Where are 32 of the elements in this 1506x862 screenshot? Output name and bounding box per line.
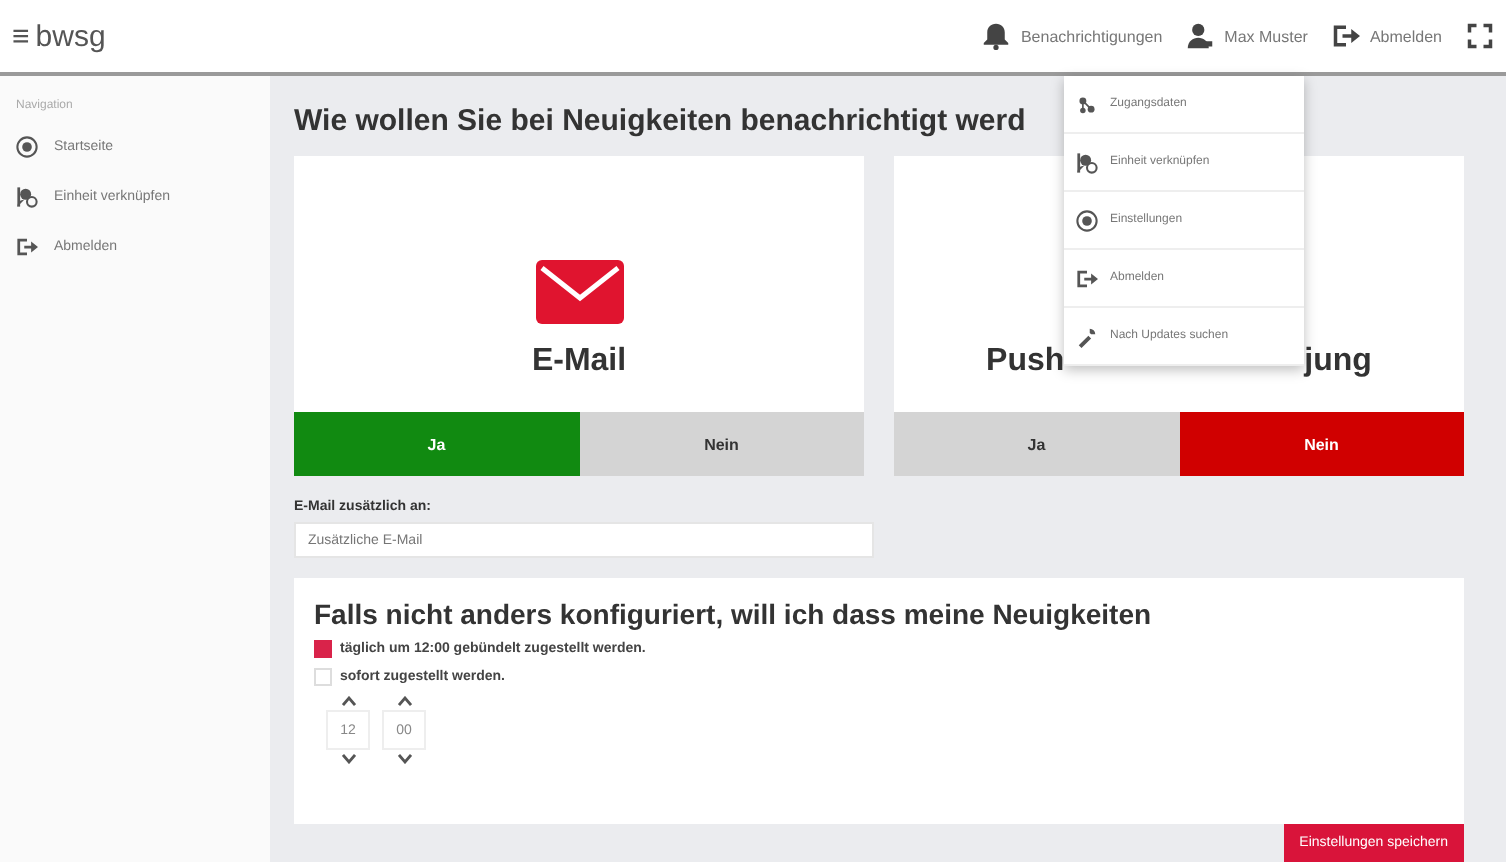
user-link-icon <box>1076 151 1098 173</box>
page-title: Wie wollen Sie bei Neuigkeiten benachrichtigt werd <box>294 104 1026 138</box>
toggle-button[interactable]: Ja <box>894 412 1179 476</box>
channel-label: jung <box>1304 344 1372 380</box>
fullscreen-button[interactable] <box>1466 22 1494 50</box>
app-logo: bwsg <box>35 19 106 53</box>
sign-out-icon <box>1331 22 1360 50</box>
schedule-title: Falls nicht anders konfiguriert, will ich dass meine Neuigkeiten <box>314 598 1154 631</box>
radio-icon <box>1076 209 1098 231</box>
sign-out-icon <box>16 236 38 258</box>
toggle-button[interactable]: Ja <box>294 412 579 476</box>
down-chevron-icon[interactable] <box>397 754 411 765</box>
user-link-icon <box>16 186 38 208</box>
bell-icon <box>982 22 1011 50</box>
toggle-button[interactable]: Nein <box>1179 412 1464 476</box>
envelope-icon <box>535 260 623 324</box>
checkbox[interactable] <box>314 640 332 659</box>
nodes-icon <box>1076 93 1098 115</box>
radio-icon <box>16 136 38 158</box>
up-chevron-icon[interactable] <box>341 696 355 707</box>
channel-label: E-Mail <box>531 344 627 380</box>
down-chevron-icon[interactable] <box>341 754 355 765</box>
menu-icon[interactable]: ≡ <box>12 19 30 53</box>
fullscreen-icon <box>1466 22 1494 50</box>
user-icon <box>1186 22 1215 50</box>
toggle-button[interactable]: Nein <box>579 412 864 476</box>
up-chevron-icon[interactable] <box>397 696 411 707</box>
header-action[interactable]: Max Muster <box>1186 22 1308 50</box>
header-action[interactable]: Benachrichtigungen <box>982 22 1163 50</box>
channel-label: Push <box>986 344 1065 380</box>
sign-out-icon <box>1076 267 1098 289</box>
header-action[interactable]: Abmelden <box>1331 22 1442 50</box>
